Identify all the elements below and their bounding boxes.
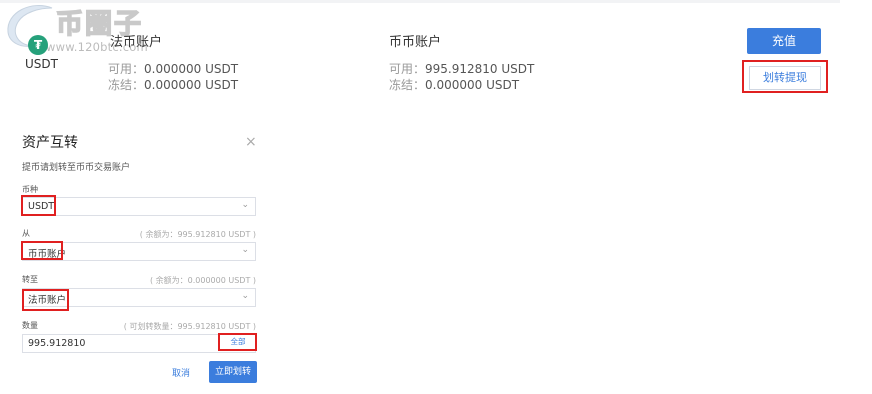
transferable-hint: ( 可划转数量：995.912810 USDT ) (123, 322, 256, 331)
chevron-down-icon: ⌄ (241, 245, 249, 255)
from-label: 从 (22, 229, 30, 238)
from-balance-hint: ( 余额为：995.912810 USDT ) (139, 230, 256, 239)
cancel-button[interactable]: 取消 (172, 366, 190, 379)
transfer-highlight: 划转提现 (742, 60, 828, 93)
dialog-title: 资产互转 (22, 135, 78, 151)
coin-available-label: 可用： (389, 62, 426, 76)
close-icon[interactable]: × (245, 134, 257, 150)
coin-symbol: USDT (25, 57, 58, 71)
transfer-now-button[interactable]: 立即划转 (209, 361, 257, 383)
all-highlight (218, 333, 257, 351)
coin-frozen-value: 0.000000 USDT (425, 78, 520, 92)
amount-label: 数量 (22, 321, 38, 330)
transfer-withdraw-button[interactable]: 划转提现 (749, 66, 821, 90)
fiat-frozen-value: 0.000000 USDT (144, 78, 239, 92)
to-label: 转至 (22, 275, 38, 284)
chevron-down-icon: ⌄ (241, 291, 249, 301)
currency-highlight (21, 195, 56, 216)
fiat-account-title: 法币账户 (110, 35, 163, 50)
currency-label: 币种 (22, 185, 38, 194)
coin-available-value: 995.912810 USDT (425, 62, 535, 76)
currency-select[interactable]: USDT ⌄ (22, 197, 256, 216)
coin-frozen-label: 冻结： (389, 78, 426, 92)
recharge-button[interactable]: 充值 (747, 28, 821, 54)
fiat-frozen: 冻结：0.000000 USDT (108, 76, 238, 93)
coin-account-title: 币币账户 (389, 35, 442, 50)
tether-icon: ₮ (28, 35, 48, 55)
chevron-down-icon: ⌄ (241, 200, 249, 210)
fiat-available: 可用：0.000000 USDT (108, 60, 238, 77)
coin-frozen: 冻结：0.000000 USDT (389, 76, 519, 93)
to-balance-hint: ( 余额为：0.000000 USDT ) (149, 276, 256, 285)
coin-available: 可用：995.912810 USDT (389, 60, 534, 77)
dialog-description: 提币请划转至币币交易账户 (22, 163, 131, 173)
from-highlight (21, 241, 63, 260)
amount-value: 995.912810 (28, 338, 86, 349)
fiat-frozen-label: 冻结： (108, 78, 145, 92)
fiat-available-label: 可用： (108, 62, 145, 76)
fiat-available-value: 0.000000 USDT (144, 62, 239, 76)
to-highlight (22, 289, 69, 311)
